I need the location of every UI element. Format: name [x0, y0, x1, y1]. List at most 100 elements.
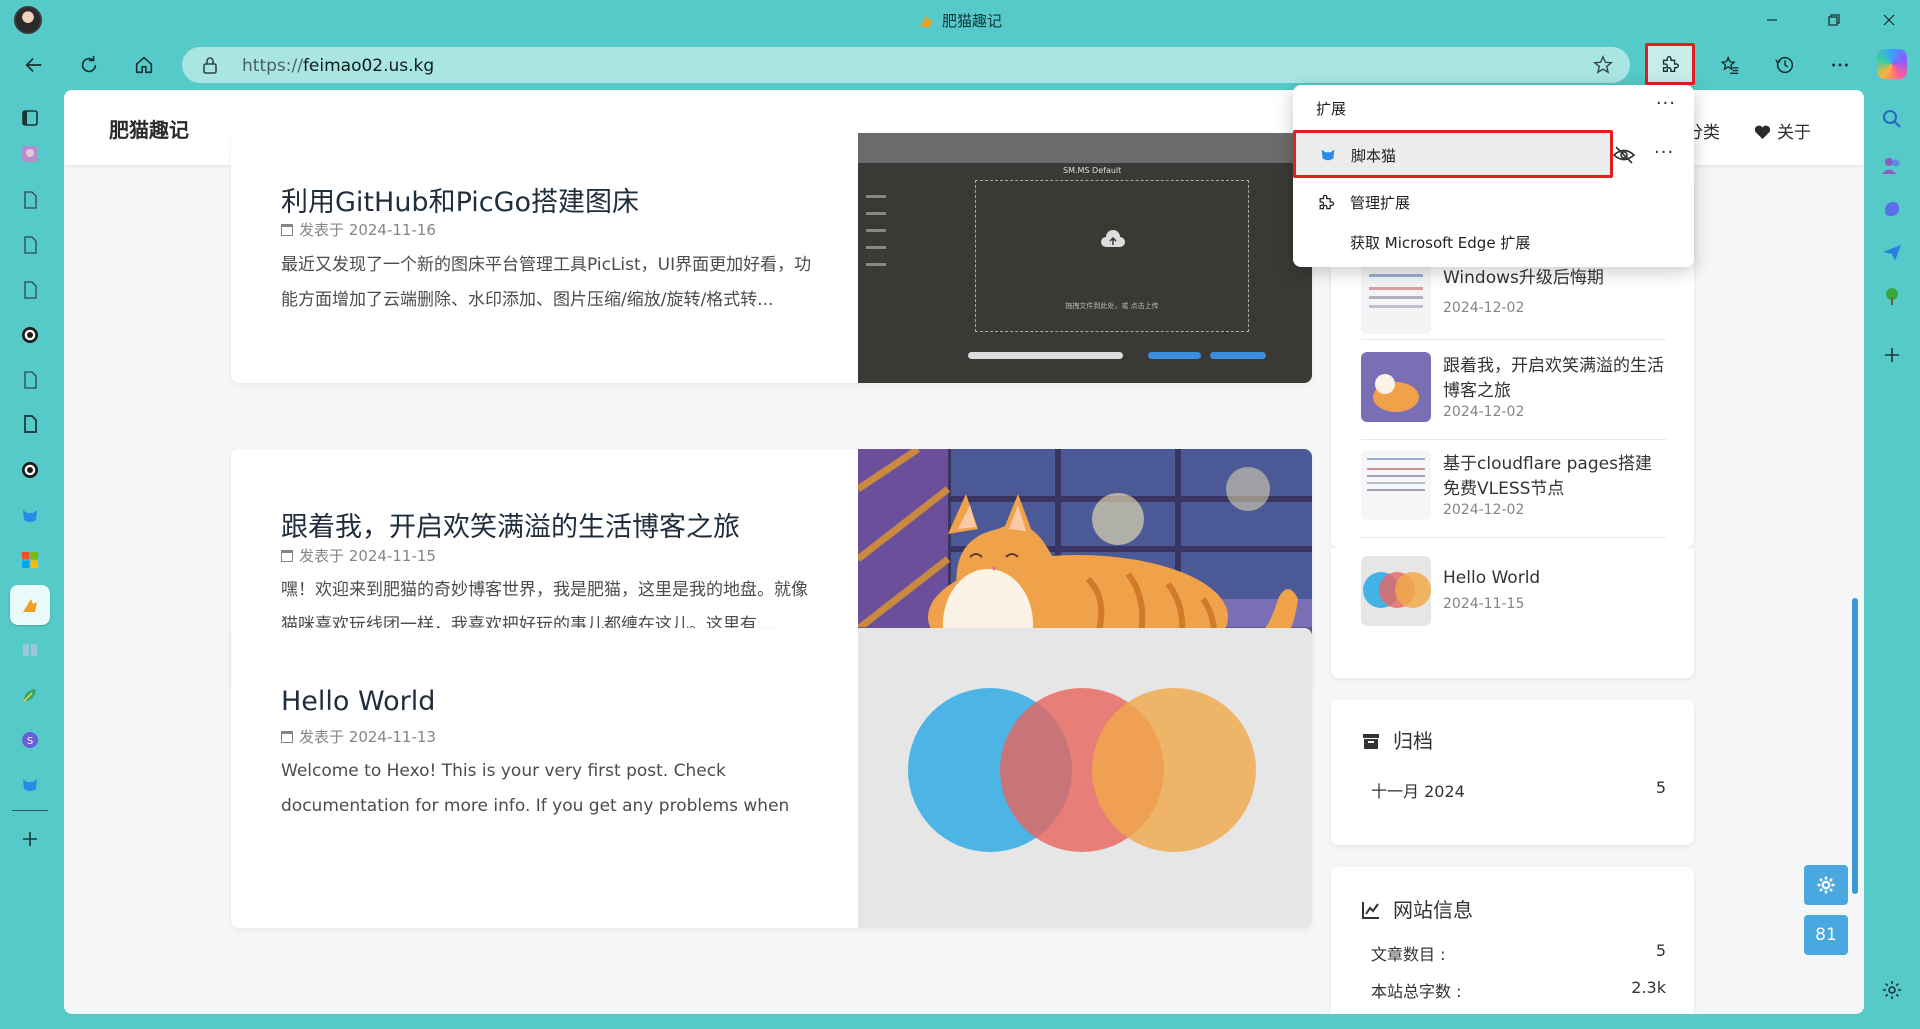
tab-page-2[interactable] [16, 231, 44, 259]
tab-reader[interactable] [16, 636, 44, 664]
tab-anime-image[interactable] [16, 140, 44, 168]
divider [1361, 339, 1666, 340]
recent-post-item[interactable]: Hello World 2024-11-15 [1361, 546, 1666, 626]
copilot-icon[interactable] [1877, 49, 1907, 79]
hide-from-toolbar-icon[interactable] [1612, 143, 1636, 167]
home-icon [135, 56, 153, 74]
recent-posts-card-bottom: Hello World 2024-11-15 [1331, 548, 1694, 678]
arrow-left-icon [25, 57, 42, 73]
manage-extensions-item[interactable]: 管理扩展 [1316, 192, 1410, 216]
puzzle-icon [1662, 56, 1679, 73]
sidebar-people-button[interactable] [1879, 152, 1905, 178]
plus-icon [23, 832, 37, 846]
favorites-button[interactable] [1710, 45, 1750, 85]
browser-toolbar: https://feimao02.us.kg [0, 40, 1920, 90]
tab-feimao-active[interactable] [10, 585, 50, 625]
tab-scriptcat[interactable] [16, 501, 44, 529]
manage-extensions-label: 管理扩展 [1350, 194, 1411, 212]
refresh-button[interactable] [69, 45, 109, 85]
home-button[interactable] [124, 45, 164, 85]
reading-progress-button[interactable]: 81 [1804, 915, 1848, 955]
extensions-popup-more-button[interactable]: ··· [1656, 93, 1676, 114]
tab-microsoft[interactable] [16, 546, 44, 574]
restore-button[interactable] [1811, 4, 1857, 36]
archive-row[interactable]: 十一月 2024 5 [1371, 778, 1666, 802]
lock-icon[interactable] [200, 55, 220, 75]
tab-github-2[interactable] [16, 456, 44, 484]
site-info-row: 本站总字数 : 2.3k [1371, 978, 1666, 1002]
sidebar-settings-button[interactable] [1879, 977, 1905, 1003]
tab-actions-button[interactable] [16, 104, 44, 132]
back-button[interactable] [14, 45, 54, 85]
add-favorite-star-icon[interactable] [1592, 54, 1614, 76]
tab-page-3[interactable] [16, 276, 44, 304]
history-button[interactable] [1765, 45, 1805, 85]
url-text[interactable]: https://feimao02.us.kg [242, 56, 434, 76]
post-cover-image[interactable]: SM.MS Default 拖拽文件到此处，或 点击上传 [858, 133, 1312, 383]
site-favicon-icon [23, 599, 37, 612]
circles-illustration [908, 688, 1256, 852]
sidebar-send-button[interactable] [1879, 240, 1905, 266]
site-info-label: 本站总字数 : [1371, 982, 1462, 1001]
sidebar-add-button[interactable] [1879, 342, 1905, 368]
post-card[interactable]: Hello World 发表于 2024-11-13 Welcome to He… [231, 628, 1312, 928]
recent-post-title[interactable]: 跟着我，开启欢笑满溢的生活博客之旅 [1443, 354, 1668, 404]
recent-post-title[interactable]: 基于cloudflare pages搭建免费VLESS节点 [1443, 452, 1668, 502]
tab-page-5[interactable] [16, 410, 44, 438]
post-card[interactable]: 利用GitHub和PicGo搭建图床 发表于 2024-11-16 最近又发现了… [231, 133, 1312, 383]
post-title[interactable]: 利用GitHub和PicGo搭建图床 [281, 180, 639, 219]
extension-item-more-button[interactable]: ··· [1654, 142, 1674, 163]
address-bar[interactable]: https://feimao02.us.kg [182, 47, 1630, 83]
upload-hint: 拖拽文件到此处，或 点击上传 [1065, 302, 1159, 310]
post-cover-image[interactable] [858, 628, 1312, 928]
recent-post-item[interactable]: 基于cloudflare pages搭建免费VLESS节点 2024-12-02 [1361, 440, 1666, 520]
nav-about[interactable]: 关于 [1754, 118, 1811, 143]
minimize-button[interactable] [1749, 4, 1795, 36]
new-tab-button[interactable] [16, 825, 44, 853]
recent-post-title[interactable]: Windows升级后悔期 [1443, 266, 1668, 291]
tab-page-4[interactable] [16, 366, 44, 394]
extensions-button[interactable] [1645, 43, 1695, 85]
tab-github[interactable] [16, 321, 44, 349]
sidebar-tree-button[interactable] [1879, 284, 1905, 310]
sidebar-search-button[interactable] [1879, 106, 1905, 132]
post-meta-label: 发表于 [299, 547, 345, 565]
tab-purple-app[interactable]: S [16, 726, 44, 754]
sidebar-copilot-button[interactable] [1879, 196, 1905, 222]
recent-post-thumbnail [1361, 264, 1431, 334]
settings-float-button[interactable] [1804, 865, 1848, 905]
purple-circle-icon: S [22, 732, 38, 748]
recent-post-thumbnail [1361, 352, 1431, 422]
scriptcat-icon [23, 510, 37, 522]
extension-item-scriptcat[interactable]: 脚本猫 [1293, 130, 1613, 178]
site-info-heading-text: 网站信息 [1393, 898, 1473, 922]
recent-post-item[interactable]: 跟着我，开启欢笑满溢的生活博客之旅 2024-12-02 [1361, 342, 1666, 422]
edge-sidebar [1865, 90, 1920, 1029]
extensions-popup: 扩展 ··· 脚本猫 ··· 管理扩展 获取 Microsoft Edge 扩展 [1293, 85, 1694, 267]
post-title[interactable]: Hello World [281, 686, 435, 717]
page-scrollbar-thumb[interactable] [1852, 598, 1858, 894]
leaf-icon [23, 689, 36, 702]
search-icon [1883, 110, 1901, 128]
post-date: 2024-11-15 [348, 547, 436, 565]
cover-toolbar [968, 352, 1123, 359]
more-menu-button[interactable] [1820, 45, 1860, 85]
tab-actions-icon [22, 110, 38, 126]
puzzle-icon [1319, 194, 1335, 210]
tab-green-app[interactable] [16, 681, 44, 709]
recent-post-title[interactable]: Hello World [1443, 566, 1668, 591]
nav-about-label: 关于 [1777, 123, 1811, 143]
gear-icon [1883, 981, 1901, 999]
post-title[interactable]: 跟着我，开启欢笑满溢的生活博客之旅 [281, 505, 740, 544]
extensions-popup-title: 扩展 [1316, 100, 1347, 118]
site-title[interactable]: 肥猫趣记 [109, 114, 189, 143]
tab-scriptcat-2[interactable] [16, 770, 44, 798]
calendar-icon [281, 731, 293, 743]
calendar-icon [281, 550, 293, 562]
site-info-row: 文章数目 : 5 [1371, 941, 1666, 965]
github-icon [22, 462, 38, 478]
tab-page-1[interactable] [16, 186, 44, 214]
site-info-value: 5 [1655, 941, 1666, 960]
close-window-button[interactable] [1866, 4, 1912, 36]
get-edge-extensions-link[interactable]: 获取 Microsoft Edge 扩展 [1350, 232, 1530, 253]
